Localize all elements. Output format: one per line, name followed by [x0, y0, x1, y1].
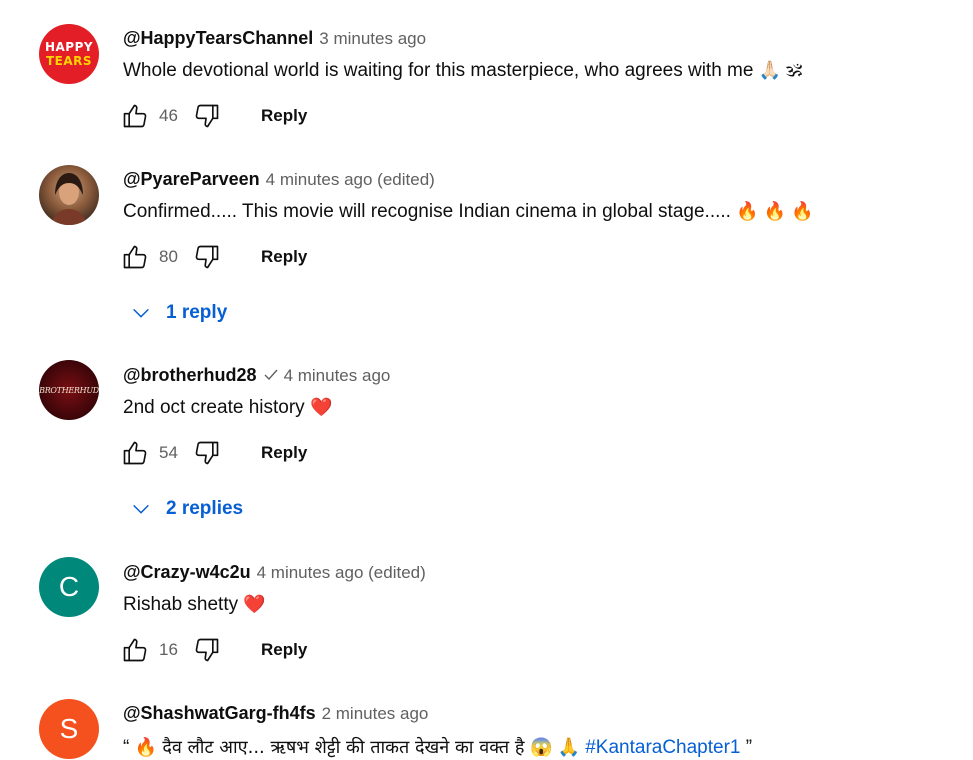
replies-label: 1 reply — [166, 302, 228, 323]
comment-text: Rishab shetty ❤️ — [123, 594, 266, 616]
comment-emoji: 🔥 — [134, 737, 158, 757]
comment-text: Whole devotional world is waiting for th… — [123, 60, 802, 82]
avatar[interactable]: S — [39, 699, 99, 759]
like-count: 16 — [159, 640, 178, 659]
comment-actions: 54 Reply — [121, 435, 307, 471]
reply-button[interactable]: Reply — [261, 247, 307, 267]
quote-close: ” — [745, 737, 753, 758]
check-icon — [264, 368, 278, 385]
comment-emoji: 😱 🙏 — [530, 737, 580, 757]
comment-text: Confirmed..... This movie will recognise… — [123, 201, 813, 223]
chevron-down-icon — [130, 302, 152, 324]
avatar[interactable]: C — [39, 557, 99, 617]
comment-time[interactable]: 2 minutes ago — [322, 704, 429, 724]
author-name[interactable]: @ShashwatGarg-fh4fs — [123, 703, 316, 724]
author-name[interactable]: @PyareParveen — [123, 169, 260, 190]
thumbs-down-icon[interactable] — [193, 243, 221, 271]
comment-emojis: ❤️ — [243, 594, 266, 614]
author-name[interactable]: @Crazy-w4c2u — [123, 562, 251, 583]
comment-text: 2nd oct create history ❤️ — [123, 397, 332, 419]
comment-header: @brotherhud28 4 minutes ago — [123, 365, 390, 386]
avatar-portrait — [51, 173, 87, 225]
thumbs-up-icon[interactable] — [121, 243, 149, 271]
comment-emojis: 🙏🏻 🕉 — [758, 60, 803, 80]
thumbs-down-icon[interactable] — [193, 439, 221, 467]
replies-label: 2 replies — [166, 498, 244, 519]
comment-text: “ 🔥 दैव लौट आए... ऋषभ शेट्टी की ताकत देख… — [123, 735, 752, 759]
comment-actions: 80 Reply — [121, 239, 307, 275]
reply-button[interactable]: Reply — [261, 640, 307, 660]
avatar[interactable] — [39, 165, 99, 225]
like-count: 46 — [159, 106, 178, 125]
avatar-logo-text: BROTHERHUD — [39, 385, 99, 395]
avatar-logo-text: TEARS — [45, 54, 93, 68]
thumbs-up-icon[interactable] — [121, 636, 149, 664]
comment-header: @Crazy-w4c2u 4 minutes ago (edited) — [123, 562, 426, 583]
quote-open: “ — [123, 737, 130, 758]
thumbs-down-icon[interactable] — [193, 636, 221, 664]
avatar[interactable]: BROTHERHUD — [39, 360, 99, 420]
avatar-logo-text: HAPPY — [44, 40, 94, 54]
author-name[interactable]: @HappyTearsChannel — [123, 28, 313, 49]
like-count: 80 — [159, 247, 178, 266]
comment-emojis: 🔥 🔥 🔥 — [736, 201, 814, 221]
reply-button[interactable]: Reply — [261, 106, 307, 126]
author-name[interactable]: @brotherhud28 — [123, 365, 257, 386]
comment-header: @PyareParveen 4 minutes ago (edited) — [123, 169, 435, 190]
avatar-letter: S — [59, 713, 79, 744]
like-count: 54 — [159, 443, 178, 462]
comment-body: Confirmed..... This movie will recognise… — [123, 201, 731, 222]
comment-actions: 16 Reply — [121, 632, 307, 668]
comment-body: Whole devotional world is waiting for th… — [123, 60, 754, 81]
comment-header: @ShashwatGarg-fh4fs 2 minutes ago — [123, 703, 428, 724]
avatar-letter: C — [58, 571, 80, 602]
comment-time[interactable]: 4 minutes ago — [284, 366, 391, 386]
comment-header: @HappyTearsChannel 3 minutes ago — [123, 28, 426, 49]
comment-time[interactable]: 4 minutes ago (edited) — [257, 563, 426, 583]
thumbs-up-icon[interactable] — [121, 102, 149, 130]
comment-time[interactable]: 3 minutes ago — [319, 29, 426, 49]
comment-emojis: ❤️ — [309, 397, 333, 417]
comment-body: Rishab shetty — [123, 594, 239, 615]
thumbs-down-icon[interactable] — [193, 102, 221, 130]
chevron-down-icon — [130, 498, 152, 520]
comment-time[interactable]: 4 minutes ago (edited) — [266, 170, 435, 190]
comment-actions: 46 Reply — [121, 98, 307, 134]
view-replies-button[interactable]: 1 reply — [130, 302, 227, 324]
comment-body: दैव लौट आए... ऋषभ शेट्टी की ताकत देखने क… — [162, 737, 531, 758]
hashtag-link[interactable]: #KantaraChapter1 — [585, 737, 740, 758]
comment-body: 2nd oct create history — [123, 397, 305, 418]
avatar[interactable]: HAPPY TEARS — [39, 24, 99, 84]
reply-button[interactable]: Reply — [261, 443, 307, 463]
view-replies-button[interactable]: 2 replies — [130, 498, 243, 520]
thumbs-up-icon[interactable] — [121, 439, 149, 467]
